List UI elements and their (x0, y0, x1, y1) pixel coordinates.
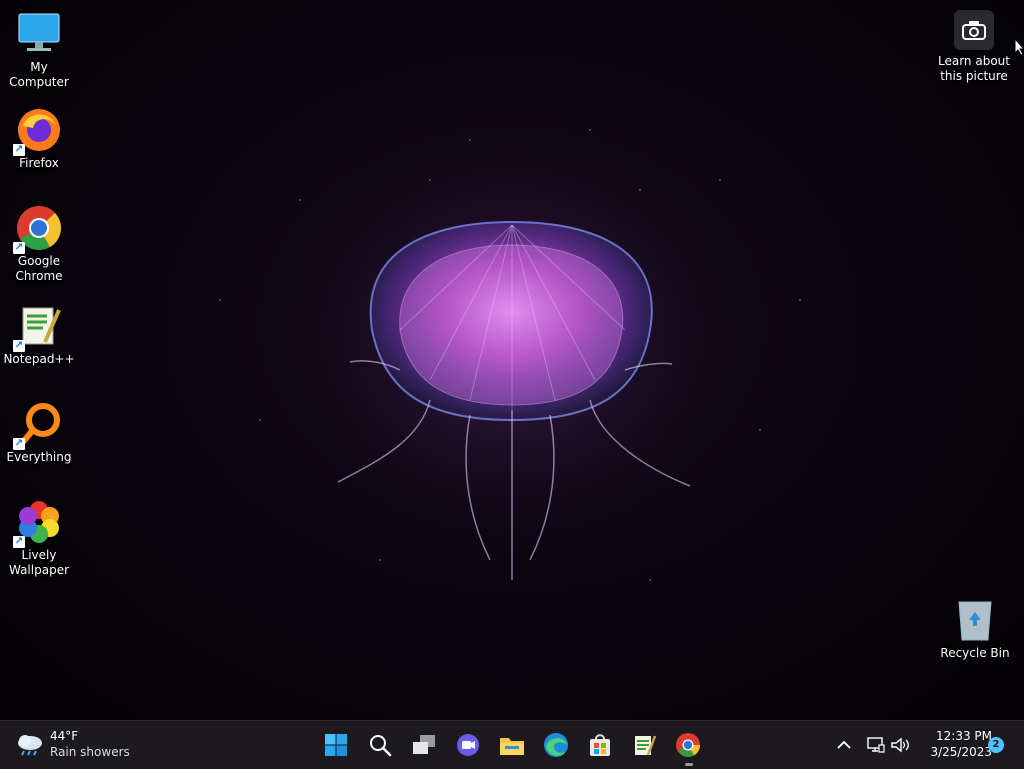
desktop-icon-notepadpp[interactable]: ↗ Notepad++ (0, 302, 78, 367)
shortcut-arrow-icon: ↗ (13, 242, 25, 254)
notepadpp-icon (635, 735, 656, 756)
desktop-wallpaper (0, 0, 1024, 720)
taskbar-search-button[interactable] (364, 729, 396, 761)
chrome-button[interactable] (672, 729, 704, 761)
notepadpp-button[interactable] (628, 729, 660, 761)
learn-about-picture[interactable]: Learn about this picture (934, 10, 1014, 84)
file-explorer-icon (500, 738, 524, 755)
shortcut-arrow-icon: ↗ (13, 144, 25, 156)
file-explorer-button[interactable] (496, 729, 528, 761)
edge-icon (544, 733, 568, 757)
chat-button[interactable] (452, 729, 484, 761)
recycle-bin-icon (951, 596, 999, 644)
desktop-icon-lively-wallpaper[interactable]: ↗ Lively Wallpaper (0, 498, 78, 578)
desktop-icon-label: My Computer (9, 60, 69, 89)
chrome-running-indicator (685, 763, 693, 766)
store-button[interactable] (584, 729, 616, 761)
store-icon (590, 734, 610, 756)
task-view-icon (413, 735, 435, 754)
learn-picture-line2: this picture (940, 69, 1008, 83)
start-button[interactable] (320, 729, 352, 761)
search-ring-icon: ↗ (13, 400, 63, 450)
clock-date: 3/25/2023 (930, 745, 992, 759)
weather-widget[interactable]: 44°F Rain showers (16, 727, 146, 763)
desktop-icon-label: Google Chrome (15, 254, 63, 283)
search-icon (370, 735, 392, 757)
desktop-icon-my-computer[interactable]: My Computer (0, 10, 78, 90)
chat-icon (457, 734, 479, 756)
learn-picture-line1: Learn about (938, 54, 1010, 68)
desktop-icon-everything[interactable]: ↗ Everything (0, 400, 78, 465)
task-view-button[interactable] (408, 729, 440, 761)
firefox-icon: ↗ (13, 106, 63, 156)
desktop-icon-label: Everything (6, 450, 72, 464)
desktop-icon-google-chrome[interactable]: ↗ Google Chrome (0, 204, 78, 284)
start-icon (325, 734, 347, 756)
volume-button[interactable] (886, 729, 914, 761)
shortcut-arrow-icon: ↗ (13, 438, 25, 450)
monitor-icon (15, 10, 63, 58)
notepadpp-icon: ↗ (13, 302, 63, 352)
desktop-icon-recycle-bin[interactable]: Recycle Bin (936, 596, 1014, 661)
shortcut-arrow-icon: ↗ (13, 340, 25, 352)
desktop-icon-label: Recycle Bin (940, 646, 1010, 660)
rain-cloud-icon (18, 735, 42, 756)
volume-icon (891, 737, 909, 753)
chrome-icon (676, 733, 700, 757)
lively-icon: ↗ (13, 498, 63, 548)
network-icon (867, 737, 885, 753)
desktop-icon-label: Firefox (19, 156, 59, 170)
mouse-cursor-icon (1014, 38, 1024, 56)
clock-time: 12:33 PM (936, 729, 992, 743)
taskbar: 44°F Rain showers 12:33 PM 3/25/2023 2 (0, 720, 1024, 769)
weather-temp: 44°F (50, 729, 79, 743)
jellyfish-wallpaper (219, 100, 801, 581)
shortcut-arrow-icon: ↗ (13, 536, 25, 548)
desktop-icon-firefox[interactable]: ↗ Firefox (0, 106, 78, 171)
weather-condition: Rain showers (50, 745, 130, 759)
camera-icon (954, 10, 994, 50)
show-hidden-icons-button[interactable] (830, 729, 858, 761)
notification-badge[interactable]: 2 (988, 737, 1004, 753)
chevron-up-icon (837, 740, 851, 749)
desktop-icon-label: Lively Wallpaper (8, 548, 70, 577)
desktop-icon-label: Notepad++ (3, 352, 75, 366)
edge-button[interactable] (540, 729, 572, 761)
clock[interactable]: 12:33 PM 3/25/2023 (918, 728, 992, 760)
chrome-icon: ↗ (13, 204, 63, 254)
